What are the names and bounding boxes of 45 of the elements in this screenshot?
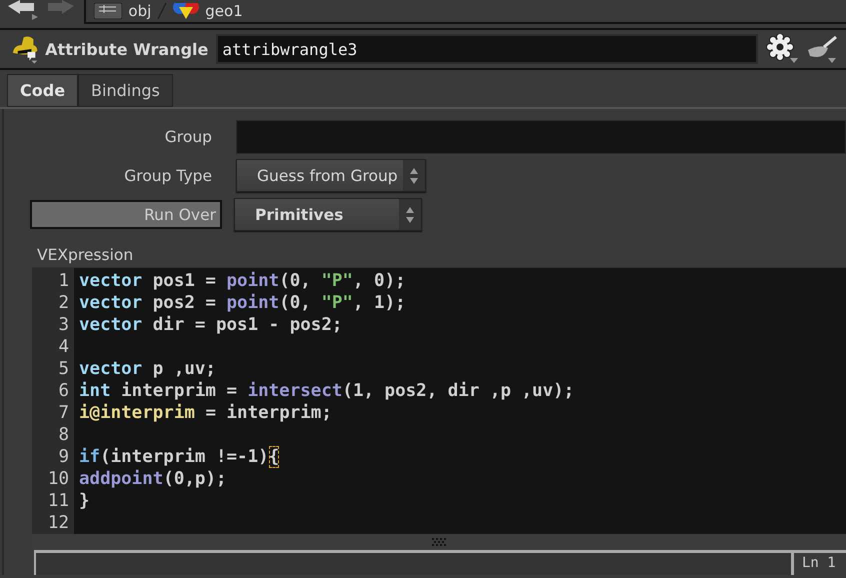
tab[interactable]: Bindings	[78, 74, 173, 107]
line-number: 1	[57, 270, 70, 292]
grip-icon[interactable]	[432, 538, 446, 546]
code-line: vector pos1 = point(0, "P", 0);	[79, 270, 407, 292]
group-field[interactable]	[236, 120, 846, 154]
param-label: Group	[164, 128, 213, 146]
network-icon	[94, 3, 122, 19]
line-number: 5	[57, 358, 70, 380]
gear-icon[interactable]	[766, 34, 798, 64]
path-separator	[157, 3, 168, 19]
line-number: 4	[57, 336, 70, 358]
code-line: if(interprim !=-1){	[79, 446, 280, 468]
line-number: 10	[46, 468, 70, 490]
code-line: vector pos2 = point(0, "P", 1);	[79, 292, 407, 314]
toggle-button[interactable]: Run Over	[30, 200, 222, 229]
line-number: 11	[46, 490, 70, 512]
node-name-field[interactable]: attribwrangle3	[216, 34, 758, 64]
updown-arrows-icon	[409, 166, 419, 184]
line-number: 8	[57, 424, 70, 446]
code-line: vector p ,uv;	[79, 358, 217, 380]
section-label: VEXpression	[36, 245, 134, 266]
updown-arrows-icon	[405, 206, 415, 224]
code-line: vector dir = pos1 - pos2;	[79, 314, 344, 336]
node-type-label: Attribute Wrangle	[45, 40, 208, 58]
code-line: int interprim = intersect(1, pos2, dir ,p ,uv);	[79, 380, 576, 402]
line-number: 7	[57, 402, 70, 424]
path-item[interactable]: geo1	[205, 2, 243, 20]
line-number: 6	[57, 380, 70, 402]
line-number: 9	[57, 446, 70, 468]
line-number: 12	[46, 512, 70, 534]
tab[interactable]: Code	[7, 74, 78, 107]
param-label: Group Type	[123, 166, 213, 184]
code-line: i@interprim = interprim;	[79, 402, 333, 424]
dropdown-menu[interactable]: Guess from Group	[236, 159, 426, 192]
code-line: }	[79, 490, 91, 512]
line-number: 2	[57, 292, 70, 314]
dropdown-menu[interactable]: Primitives	[234, 198, 422, 231]
wok-icon[interactable]	[806, 34, 838, 64]
code-line: addpoint(0,p);	[79, 468, 228, 490]
geometry-icon	[173, 3, 200, 19]
back-arrow-icon[interactable]	[6, 0, 40, 20]
cursor-position: Ln 1	[791, 553, 846, 575]
code-editor[interactable]	[32, 267, 846, 534]
line-number: 3	[57, 314, 70, 336]
path-item[interactable]: obj	[128, 2, 152, 20]
